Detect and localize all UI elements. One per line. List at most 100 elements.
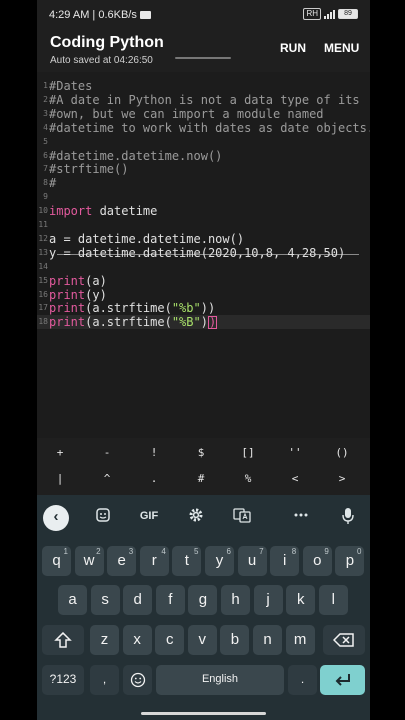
key-d[interactable]: d <box>123 585 153 615</box>
symbol-key[interactable]: + <box>40 446 80 459</box>
key-k[interactable]: k <box>286 585 316 615</box>
key-hint: 1 <box>63 547 68 556</box>
code-line[interactable]: 5 <box>37 135 370 149</box>
gif-button[interactable]: GIF <box>137 510 161 530</box>
key-hint: 0 <box>356 547 362 556</box>
code-line[interactable]: 7 #strftime() <box>37 162 370 176</box>
code-line[interactable]: 16 print(y) <box>37 288 370 302</box>
code-line[interactable]: 3 #own, but we can import a module named <box>37 107 370 121</box>
code-line[interactable]: 11 <box>37 218 370 232</box>
space-key[interactable]: English <box>156 665 284 695</box>
code-line[interactable]: 6 #datetime.datetime.now() <box>37 149 370 163</box>
code-keyword: print <box>49 315 86 330</box>
key-u[interactable]: u7 <box>237 546 267 576</box>
key-a[interactable]: a <box>58 585 87 615</box>
key-letter: y <box>215 552 224 569</box>
symbol-key[interactable]: . <box>134 472 174 485</box>
more-icon[interactable] <box>289 507 313 527</box>
code-rest: (a.strftime( <box>85 301 172 316</box>
symbols-key[interactable]: ?123 <box>42 665 84 695</box>
code-line[interactable]: 18 print(a.strftime("%B")) <box>37 315 370 330</box>
symbol-key[interactable]: ^ <box>87 472 127 485</box>
key-y[interactable]: y6 <box>205 546 234 576</box>
symbol-key[interactable]: [] <box>228 446 268 459</box>
key-letter: i <box>283 552 287 569</box>
key-v[interactable]: v <box>187 625 217 655</box>
key-t[interactable]: t5 <box>172 546 202 576</box>
app-title: Coding Python <box>50 34 164 51</box>
key-i[interactable]: i8 <box>270 546 300 576</box>
symbol-key[interactable]: () <box>322 446 362 459</box>
code-line[interactable]: 8 # <box>37 176 370 190</box>
menu-button[interactable]: MENU <box>324 41 359 55</box>
code-editor[interactable]: 1 #Dates 2 #A date in Python is not a data … <box>37 72 370 438</box>
back-icon[interactable]: ‹ <box>43 505 69 531</box>
key-c[interactable]: c <box>155 625 185 655</box>
translate-icon[interactable] <box>230 507 254 527</box>
code-rest: (y) <box>85 287 107 302</box>
mic-icon[interactable] <box>336 507 360 527</box>
home-indicator[interactable] <box>141 712 266 715</box>
key-o[interactable]: o9 <box>302 546 332 576</box>
line-number: 16 <box>38 289 48 299</box>
key-x[interactable]: x <box>122 625 152 655</box>
key-r[interactable]: r4 <box>139 546 169 576</box>
key-g[interactable]: g <box>188 585 218 615</box>
app-bar: Coding Python Auto saved at 04:26:50 RUN… <box>37 30 370 72</box>
key-f[interactable]: f <box>155 585 185 615</box>
symbol-key[interactable]: '' <box>275 446 315 459</box>
symbol-key[interactable]: # <box>181 472 221 485</box>
line-number: 9 <box>43 192 48 202</box>
key-z[interactable]: z <box>90 625 119 655</box>
key-letter: w <box>83 552 95 569</box>
symbol-key[interactable]: < <box>275 472 315 485</box>
key-s[interactable]: s <box>90 585 120 615</box>
key-n[interactable]: n <box>253 625 282 655</box>
line-number: 10 <box>38 206 48 216</box>
backspace-key[interactable] <box>323 625 365 655</box>
key-w[interactable]: w2 <box>74 546 104 576</box>
key-j[interactable]: j <box>253 585 283 615</box>
code-line[interactable]: 4 #datetime to work with dates as date ob… <box>37 121 370 135</box>
code-line[interactable]: 14 <box>37 260 370 274</box>
code-line[interactable]: 1 #Dates <box>37 79 370 93</box>
run-button[interactable]: RUN <box>280 41 306 55</box>
code-line[interactable]: 10 import datetime <box>37 204 370 218</box>
line-number: 12 <box>38 233 48 243</box>
gear-icon[interactable] <box>184 507 208 527</box>
code-text: print(a) <box>49 274 107 288</box>
symbol-key[interactable]: ! <box>134 446 174 459</box>
code-line[interactable]: 17 print(a.strftime("%b")) <box>37 301 370 315</box>
symbol-key[interactable]: - <box>87 446 127 459</box>
code-line[interactable]: 2 #A date in Python is not a data type of… <box>37 93 370 107</box>
symbol-key[interactable]: | <box>40 472 80 485</box>
sticker-icon[interactable] <box>91 507 115 527</box>
symbol-key[interactable]: > <box>322 472 362 485</box>
code-line[interactable]: 15 print(a) <box>37 274 370 288</box>
key-e[interactable]: e3 <box>107 546 137 576</box>
emoji-key[interactable] <box>123 665 152 695</box>
key-l[interactable]: l <box>318 585 348 615</box>
status-icons: RH 89 <box>303 8 358 20</box>
period-key[interactable]: . <box>288 665 317 695</box>
video-icon <box>139 11 151 19</box>
key-m[interactable]: m <box>285 625 315 655</box>
key-q[interactable]: q1 <box>42 546 71 576</box>
key-letter: o <box>313 552 322 569</box>
symbol-key[interactable]: % <box>228 472 268 485</box>
key-p[interactable]: p0 <box>335 546 365 576</box>
line-number: 2 <box>43 94 48 104</box>
line-number: 3 <box>43 108 48 118</box>
symbol-bar: + -! $ [] '' () | ^. #% < > <box>37 438 370 494</box>
code-line[interactable]: 13 y = datetime.datetime(2020,10,8, 4,28,… <box>37 246 370 260</box>
key-h[interactable]: h <box>221 585 250 615</box>
code-line[interactable]: 12 a = datetime.datetime.now() <box>37 232 370 246</box>
enter-key[interactable] <box>320 665 365 695</box>
comma-key[interactable]: , <box>90 665 119 695</box>
line-number: 1 <box>43 81 48 90</box>
shift-key[interactable] <box>42 625 84 655</box>
symbol-key[interactable]: $ <box>181 446 221 459</box>
drag-handle[interactable] <box>175 57 231 59</box>
key-b[interactable]: b <box>220 625 250 655</box>
code-line[interactable]: 9 <box>37 190 370 204</box>
